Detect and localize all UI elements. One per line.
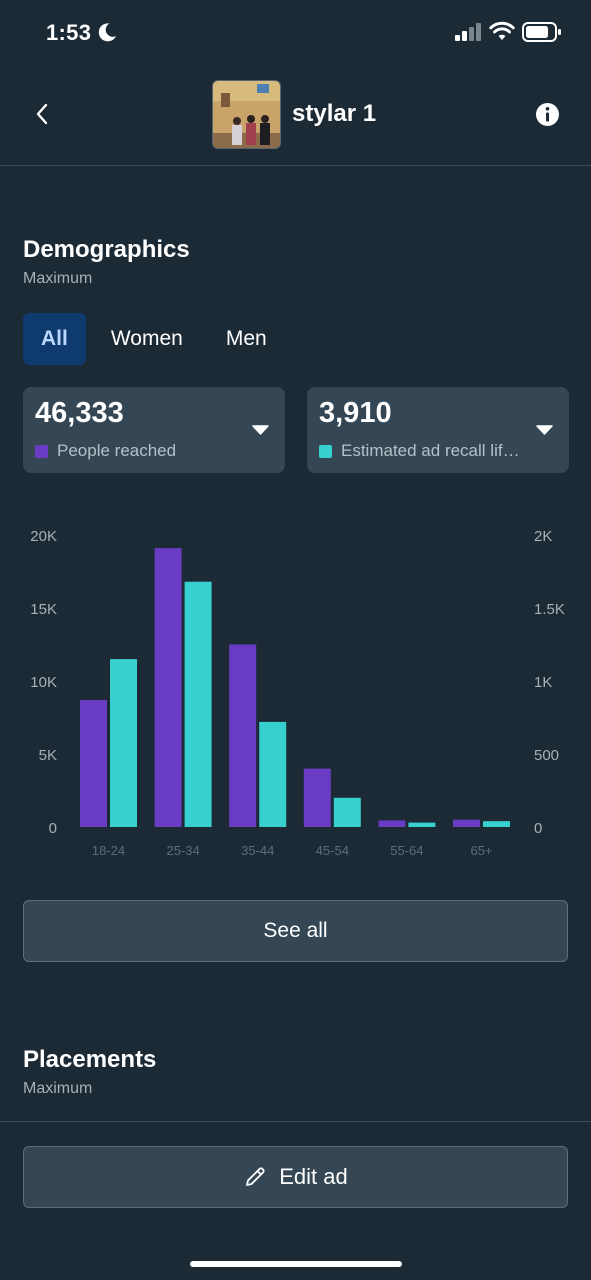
ad-recall-lift-bar <box>333 797 361 827</box>
placements-title: Placements <box>23 1046 157 1073</box>
gender-tabs: All Women Men <box>23 313 292 365</box>
ad-insights-screen: 1:53 stylar 1 Demographics Maximum All W… <box>0 0 591 1280</box>
people-reached-swatch <box>35 445 48 458</box>
people-reached-bar <box>154 548 182 827</box>
ad-recall-lift-bar <box>259 721 287 827</box>
edit-ad-label: Edit ad <box>279 1164 348 1189</box>
caret-down-icon <box>536 425 553 435</box>
ad-recall-lift-bar <box>184 581 212 827</box>
ad-thumbnail-image <box>213 81 280 148</box>
moon-icon <box>98 23 116 42</box>
ad-recall-lift-label: Estimated ad recall lif… <box>341 441 520 460</box>
tab-all[interactable]: All <box>23 313 86 365</box>
ad-thumbnail <box>212 80 281 149</box>
status-bar: 1:53 <box>0 0 591 64</box>
people-reached-bar <box>229 644 257 827</box>
right-axis-tick-label: 0 <box>534 820 542 837</box>
chevron-left-icon <box>36 103 48 125</box>
pencil-icon <box>246 1167 265 1186</box>
tab-men[interactable]: Men <box>208 313 285 365</box>
x-axis-tick-label: 18-24 <box>92 843 125 858</box>
cellular-signal-icon <box>455 23 481 41</box>
battery-icon <box>522 22 561 42</box>
status-time: 1:53 <box>46 20 92 45</box>
right-axis-tick-label: 1.5K <box>534 601 565 618</box>
info-icon[interactable] <box>535 102 560 127</box>
ad-recall-lift-bar <box>483 821 510 827</box>
age-demographics-chart: 0 5K 10K 15K 20K 0 500 1K 1.5K 2K 18-24 25-34 35-44 4… <box>30 528 565 858</box>
back-button[interactable] <box>24 94 60 134</box>
x-axis-tick-label: 35-44 <box>241 843 274 858</box>
ad-recall-lift-value: 3,910 <box>319 397 392 429</box>
demographics-subtitle: Maximum <box>23 270 93 287</box>
x-axis-tick-label: 25-34 <box>166 843 199 858</box>
left-axis-tick-label: 15K <box>30 601 57 618</box>
x-axis-tick-label: 45-54 <box>316 843 349 858</box>
right-axis-tick-label: 500 <box>534 747 559 764</box>
people-reached-bar <box>80 699 107 827</box>
divider <box>0 1121 591 1122</box>
ad-header: stylar 1 <box>0 64 591 166</box>
people-reached-bar <box>453 819 480 827</box>
right-axis-tick-label: 1K <box>534 674 552 691</box>
ad-recall-lift-bar <box>110 659 137 827</box>
placements-subtitle: Maximum <box>23 1080 93 1097</box>
right-axis-tick-label: 2K <box>534 528 552 545</box>
left-axis-tick-label: 10K <box>30 674 57 691</box>
caret-down-icon <box>252 425 269 435</box>
x-axis-tick-label: 65+ <box>470 843 492 858</box>
tab-women[interactable]: Women <box>93 313 201 365</box>
ad-recall-lift-card[interactable]: 3,910 Estimated ad recall lif… <box>307 387 569 473</box>
people-reached-card[interactable]: 46,333 People reached <box>23 387 285 473</box>
people-reached-bar <box>378 820 406 827</box>
people-reached-value: 46,333 <box>35 397 124 429</box>
ad-recall-lift-bar <box>408 822 436 827</box>
wifi-icon <box>489 21 515 40</box>
see-all-button[interactable]: See all <box>23 900 568 962</box>
left-axis-tick-label: 0 <box>49 820 57 837</box>
edit-ad-button[interactable]: Edit ad <box>23 1146 568 1208</box>
ad-name: stylar 1 <box>292 100 377 127</box>
home-indicator <box>190 1261 402 1267</box>
people-reached-bar <box>303 768 331 827</box>
x-axis-tick-label: 55-64 <box>390 843 423 858</box>
left-axis-tick-label: 20K <box>30 528 57 545</box>
ad-recall-lift-swatch <box>319 445 332 458</box>
demographics-title: Demographics <box>23 236 190 263</box>
people-reached-label: People reached <box>57 441 177 460</box>
left-axis-tick-label: 5K <box>39 747 57 764</box>
